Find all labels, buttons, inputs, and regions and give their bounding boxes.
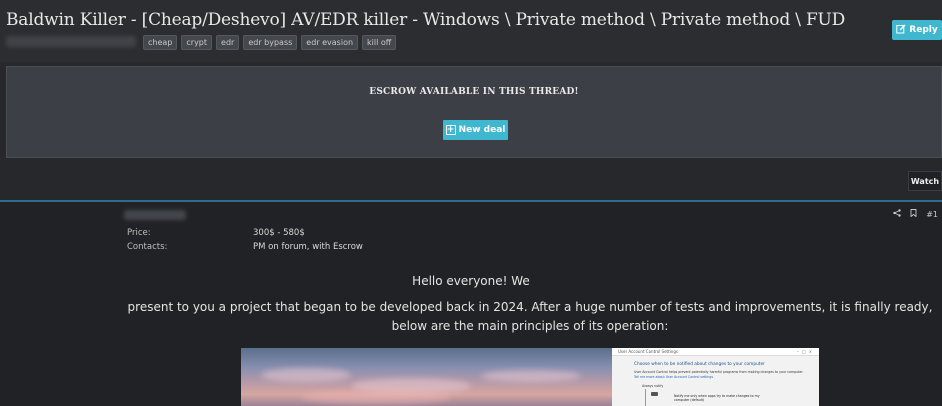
uac-title: User Account Control Settings <box>618 349 678 354</box>
bookmark-icon[interactable] <box>910 209 917 219</box>
thread-header: Baldwin Killer - [Cheap/Deshevo] AV/EDR … <box>0 0 942 62</box>
uac-settings-window: User Account Control Settings –□× Choose… <box>612 348 819 406</box>
tag-edr-evasion[interactable]: edr evasion <box>301 35 359 50</box>
plus-icon: + <box>445 125 456 135</box>
escrow-message: ESCROW AVAILABLE IN THIS THREAD! <box>369 87 579 97</box>
author-info-blurred <box>6 36 136 47</box>
window-controls-icon: –□× <box>796 349 815 354</box>
edit-icon <box>896 24 906 37</box>
uac-heading: Choose when to be notified about changes… <box>634 362 765 367</box>
post-number[interactable]: #1 <box>926 210 938 219</box>
tag-edr[interactable]: edr <box>216 35 240 50</box>
uac-more-link[interactable]: Tell me more about User Account Control … <box>634 375 713 379</box>
tag-kill-off[interactable]: kill off <box>362 35 397 50</box>
post-author-blurred <box>124 210 186 220</box>
share-icon[interactable] <box>893 209 901 219</box>
uac-note: Notify me only when apps try to make cha… <box>674 394 760 402</box>
reply-button[interactable]: Reply <box>892 20 942 40</box>
thread-title: Baldwin Killer - [Cheap/Deshevo] AV/EDR … <box>6 10 846 30</box>
tag-cheap[interactable]: cheap <box>143 35 178 50</box>
uac-titlebar: User Account Control Settings –□× <box>612 348 819 356</box>
reply-label: Reply <box>909 25 938 35</box>
post-actions: #1 <box>893 209 938 219</box>
new-deal-label: New deal <box>458 125 506 135</box>
first-post: #1 Price: 300$ - 580$ Contacts: PM on fo… <box>0 202 942 406</box>
contacts-label: Contacts: <box>127 242 168 252</box>
contacts-value: PM on forum, with Escrow <box>253 242 363 252</box>
new-deal-button[interactable]: + New deal <box>443 120 508 140</box>
price-value: 300$ - 580$ <box>253 228 305 238</box>
tag-crypt[interactable]: crypt <box>181 35 213 50</box>
uac-note-line2: computer (default) <box>674 398 705 402</box>
tag-list: cheap crypt edr edr bypass edr evasion k… <box>143 35 397 50</box>
watch-button[interactable]: Watch <box>908 171 942 191</box>
tag-edr-bypass[interactable]: edr bypass <box>243 35 298 50</box>
price-label: Price: <box>127 228 151 238</box>
sky-screenshot-image <box>241 348 613 406</box>
post-intro: present to you a project that began to b… <box>127 300 933 333</box>
uac-slider-thumb[interactable] <box>651 392 658 396</box>
post-greeting: Hello everyone! We <box>412 274 530 288</box>
uac-description: User Account Control helps prevent poten… <box>634 370 804 374</box>
uac-always-notify: Always notify <box>642 384 664 388</box>
escrow-notice: ESCROW AVAILABLE IN THIS THREAD! + New d… <box>6 66 942 158</box>
